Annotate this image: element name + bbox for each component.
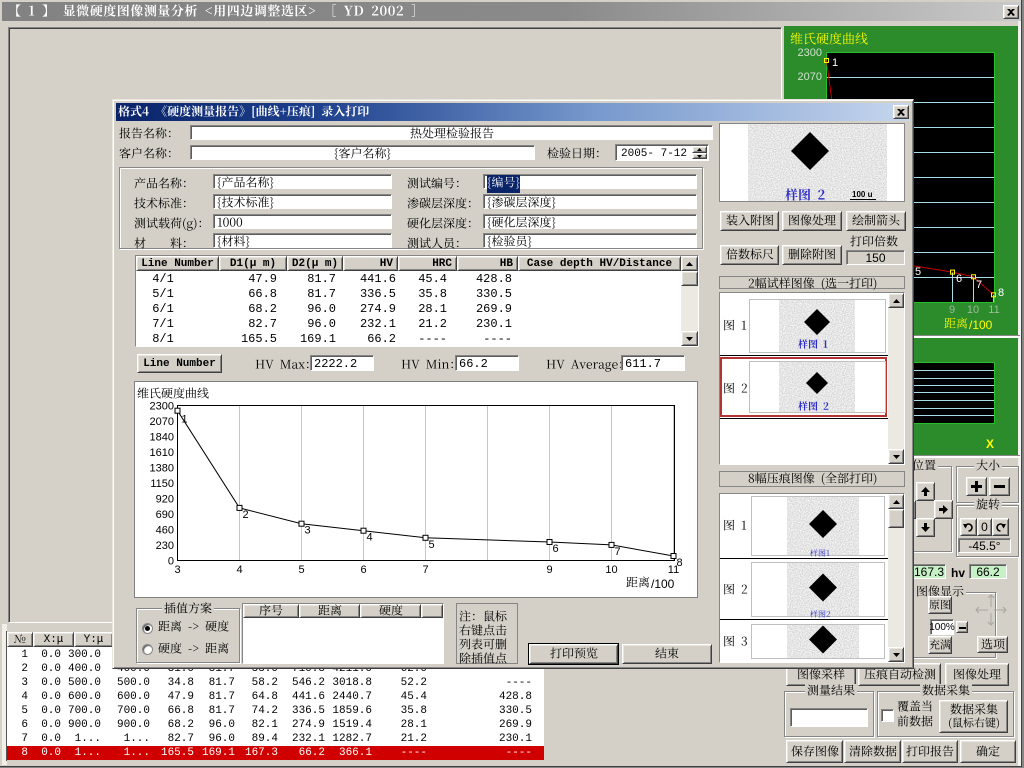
svg-text:9: 9 bbox=[546, 564, 552, 576]
svg-text:690: 690 bbox=[156, 509, 174, 521]
svg-text:5: 5 bbox=[429, 539, 435, 551]
svg-text:10: 10 bbox=[605, 564, 617, 576]
svg-text:4: 4 bbox=[367, 532, 373, 544]
svg-text:7: 7 bbox=[615, 546, 621, 558]
svg-text:230: 230 bbox=[156, 540, 174, 552]
svg-text:6: 6 bbox=[360, 564, 366, 576]
svg-text:7: 7 bbox=[422, 564, 428, 576]
svg-text:2: 2 bbox=[243, 509, 249, 521]
svg-text:0: 0 bbox=[168, 556, 174, 568]
svg-text:460: 460 bbox=[156, 525, 174, 537]
svg-text:3: 3 bbox=[305, 525, 311, 537]
svg-text:1610: 1610 bbox=[150, 447, 174, 459]
svg-text:11: 11 bbox=[668, 564, 679, 576]
svg-text:5: 5 bbox=[298, 564, 304, 576]
svg-text:920: 920 bbox=[156, 494, 174, 506]
svg-text:2070: 2070 bbox=[150, 416, 174, 428]
svg-text:4: 4 bbox=[236, 564, 242, 576]
svg-text:1380: 1380 bbox=[150, 463, 174, 475]
svg-text:2300: 2300 bbox=[150, 401, 174, 413]
svg-text:1: 1 bbox=[182, 414, 188, 426]
svg-text:6: 6 bbox=[553, 543, 559, 555]
svg-text:1840: 1840 bbox=[150, 432, 174, 444]
svg-text:3: 3 bbox=[174, 564, 180, 576]
svg-text:1150: 1150 bbox=[150, 478, 174, 490]
